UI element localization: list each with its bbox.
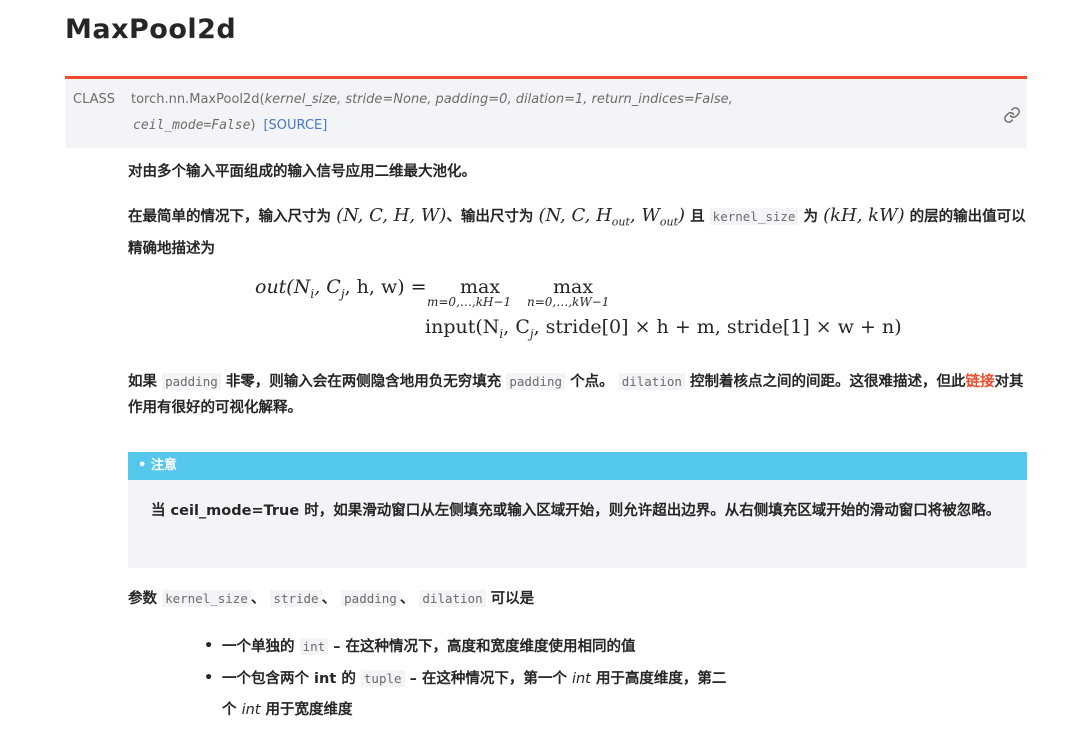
note-body: 当 ceil_mode=True 时，如果滑动窗口从左侧填充或输入区域开始，则允… [151, 503, 1001, 519]
inline-code: int [299, 638, 329, 655]
close-paren: ) [250, 118, 256, 133]
class-name: torch.nn.MaxPool2d [131, 92, 260, 107]
formula-rhs: input(Ni, Cj, stride[0] × h + m, stride[… [425, 316, 902, 341]
output-size-math: (N, C, Hout, Wout) [538, 205, 686, 229]
kernel-math: (kH, kW) [823, 205, 905, 226]
class-label: CLASS [73, 92, 116, 107]
intro-paragraph: 对由多个输入平面组成的输入信号应用二维最大池化。 [128, 164, 476, 180]
text: 且 [690, 209, 705, 225]
padding-paragraph: 如果 padding 非零，则输入会在两侧隐含地用负无穷填充 padding 个… [128, 373, 1024, 416]
signature-params-1: kernel_size, stride=None, padding=0, dil… [264, 92, 733, 107]
inline-code: kernel_size [709, 208, 799, 225]
list-item: • 一个包含两个 int 的 tuple – 在这种情况下，第一个 int 用于高… [204, 670, 727, 718]
visualization-link[interactable]: 链接 [965, 374, 994, 390]
page-title: MaxPool2d [65, 14, 237, 45]
inline-code: padding [162, 373, 221, 390]
formula-lhs: out(Ni, Cj, h, w) = [255, 276, 427, 301]
params-paragraph: 参数 kernel_size、 stride、 padding、 dilatio… [128, 590, 535, 607]
signature-line-2: ceil_mode=False) [SOURCE] [133, 118, 327, 133]
maxpool-formula: out(Ni, Cj, h, w) = max m=0,…,kH−1 max n… [255, 272, 902, 352]
inline-code: padding [506, 373, 566, 390]
class-signature: CLASS torch.nn.MaxPool2d(kernel_size, st… [65, 76, 1027, 148]
text: 在最简单的情况下，输入尺寸为 [128, 209, 331, 225]
link-icon[interactable] [1003, 106, 1021, 124]
note-header: • 注意 [128, 452, 1027, 480]
max-subscript-1: m=0,…,kH−1 [427, 295, 512, 309]
inline-code: tuple [360, 670, 405, 687]
max-subscript-2: n=0,…,kW−1 [527, 295, 610, 309]
input-size-math: (N, C, H, W) [336, 205, 447, 226]
inline-code: stride [270, 590, 322, 607]
signature-params-2: ceil_mode=False [133, 118, 251, 133]
options-list: • 一个单独的 int – 在这种情况下，高度和宽度维度使用相同的值 • 一个包含两… [204, 631, 726, 726]
note-box: • 注意 当 ceil_mode=True 时，如果滑动窗口从左侧填充或输入区域… [128, 452, 1027, 568]
source-link[interactable]: [SOURCE] [263, 118, 327, 133]
inline-code: kernel_size [162, 590, 251, 607]
inline-code: padding [341, 590, 400, 607]
description-paragraph: 在最简单的情况下，输入尺寸为 (N, C, H, W)、输出尺寸为 (N, C,… [128, 203, 1028, 262]
inline-code: dilation [419, 590, 486, 607]
list-item: • 一个单独的 int – 在这种情况下，高度和宽度维度使用相同的值 [204, 638, 636, 655]
inline-code: dilation [618, 373, 685, 390]
text: 为 [803, 209, 819, 225]
signature-line-1: torch.nn.MaxPool2d(kernel_size, stride=N… [131, 92, 733, 107]
text: 、输出尺寸为 [446, 209, 534, 225]
